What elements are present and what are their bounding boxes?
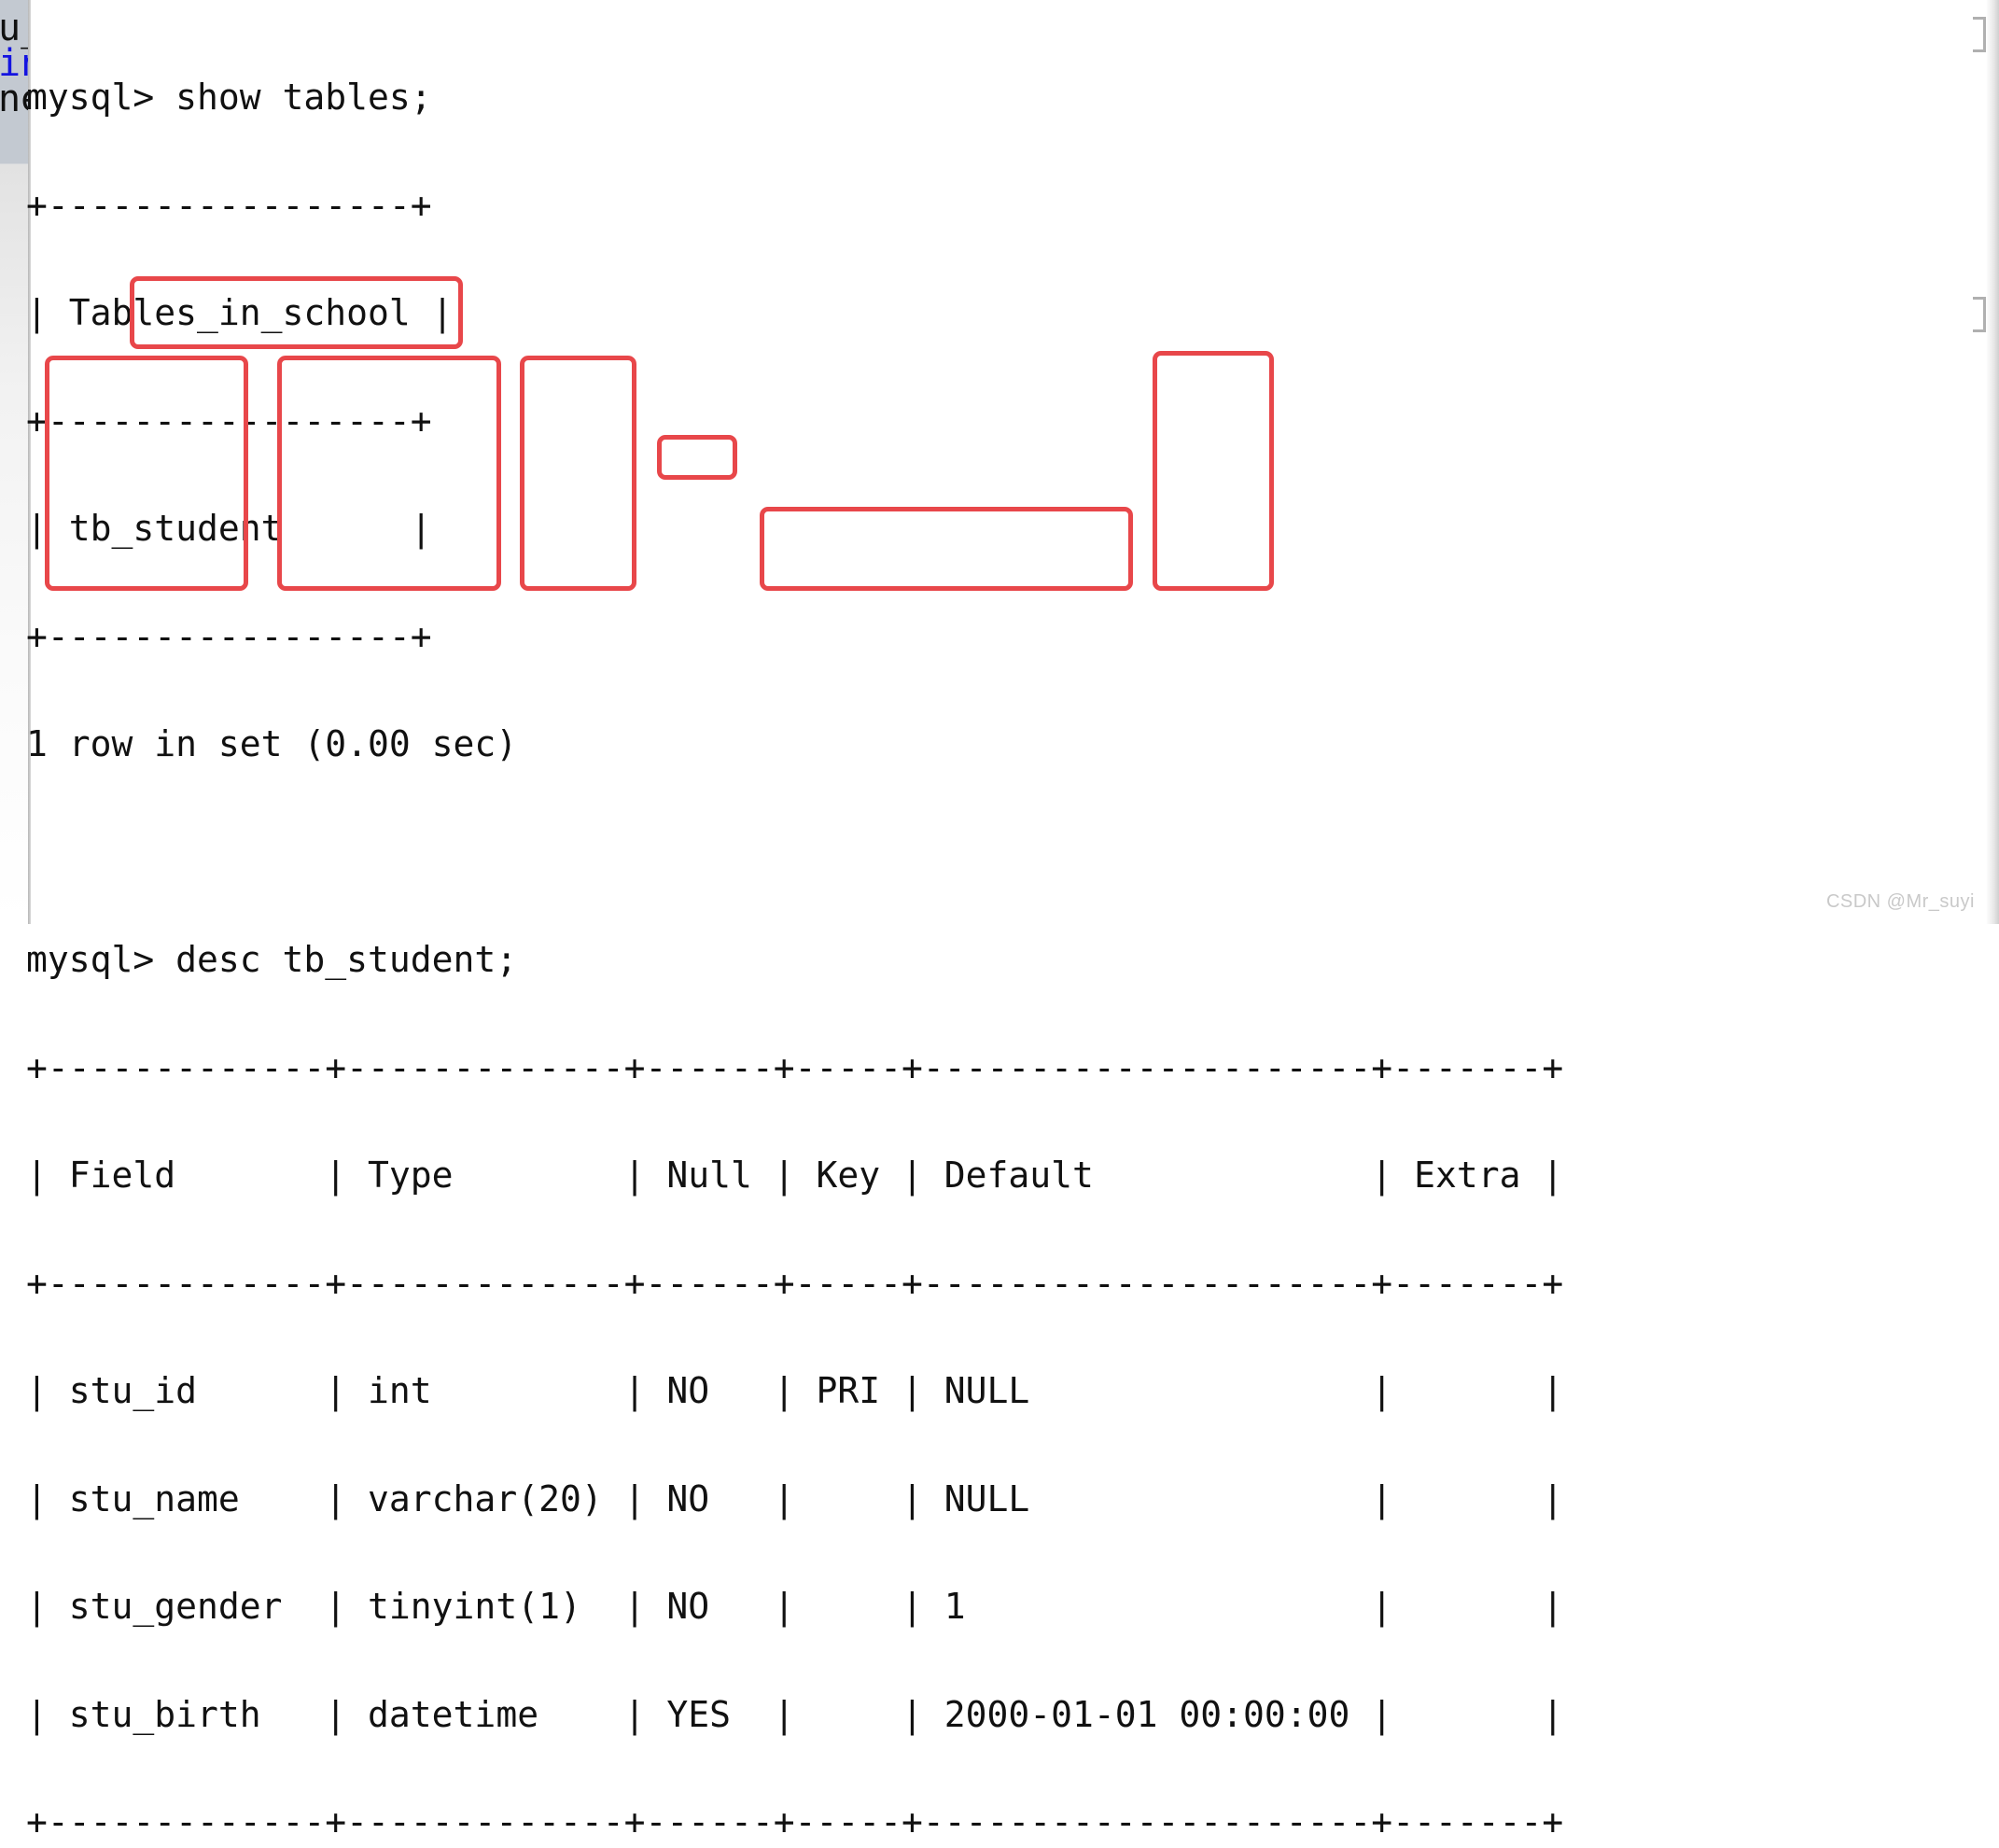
terminal-line-10: | Field | Type | Null | Key | Default | …	[26, 1155, 1564, 1196]
background-fragment-1: u_	[0, 7, 28, 49]
terminal-line-2: | Tables_in_school |	[26, 292, 454, 333]
terminal-line-13: | stu_name | varchar(20) | NO | | NULL |…	[26, 1477, 1564, 1519]
terminal-line-14: | stu_gender | tinyint(1) | NO | | 1 | |	[26, 1586, 1564, 1627]
background-page-strip: u_ in ne	[0, 0, 28, 924]
terminal-line-5: +-----------------+	[26, 615, 432, 657]
csdn-watermark: CSDN @Mr_suyi	[1825, 891, 1975, 912]
terminal-line-12: | stu_id | int | NO | PRI | NULL | |	[26, 1370, 1564, 1411]
terminal-screenshot: u_ in ne mysql> show tables; +----------…	[0, 0, 1999, 1840]
terminal-output: mysql> show tables; +-----------------+ …	[26, 7, 1563, 1848]
editor-right-gutter[interactable]	[1986, 0, 1999, 924]
terminal-line-6: 1 row in set (0.00 sec)	[26, 723, 518, 764]
terminal-line-16: +-------------+-------------+------+----…	[26, 1801, 1564, 1842]
background-fragment-3: ne	[0, 77, 28, 120]
code-fold-bracket-bottom[interactable]	[1973, 297, 1986, 332]
terminal-line-3: +-----------------+	[26, 399, 432, 441]
code-fold-bracket-top[interactable]	[1973, 17, 1986, 52]
terminal-line-0: mysql> show tables;	[26, 77, 432, 118]
terminal-line-15: | stu_birth | datetime | YES | | 2000-01…	[26, 1693, 1564, 1735]
terminal-line-4: | tb_student |	[26, 508, 432, 549]
terminal-line-1: +-----------------+	[26, 184, 432, 226]
terminal-line-11: +-------------+-------------+------+----…	[26, 1262, 1564, 1304]
terminal-line-8: mysql> desc tb_student;	[26, 939, 518, 980]
background-fragment-2: in	[0, 42, 28, 85]
terminal-line-9: +-------------+-------------+------+----…	[26, 1046, 1564, 1088]
terminal-line-7	[26, 834, 1563, 871]
